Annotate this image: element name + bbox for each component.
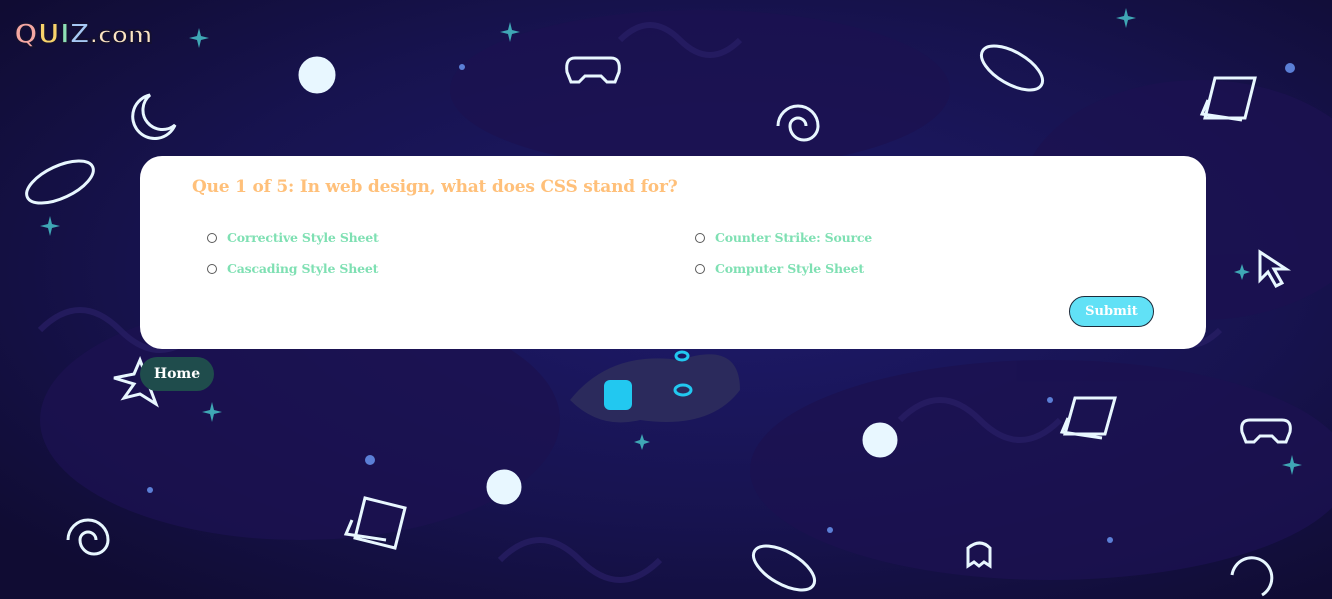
- logo-letter-i: I: [59, 17, 71, 50]
- answer-option-label: Computer Style Sheet: [715, 261, 864, 276]
- answer-option-cascading[interactable]: Cascading Style Sheet: [207, 261, 378, 276]
- logo-letter-u: U: [36, 17, 61, 50]
- answer-option-label: Counter Strike: Source: [715, 230, 873, 245]
- quiz-logo[interactable]: QUIZ.com: [13, 17, 154, 50]
- radio-button[interactable]: [207, 263, 217, 274]
- question-text: Que 1 of 5: In web design, what does CSS…: [192, 177, 678, 197]
- answer-option-computer[interactable]: Computer Style Sheet: [695, 261, 864, 276]
- radio-button[interactable]: [207, 232, 217, 243]
- logo-letter-q: Q: [13, 17, 39, 50]
- answer-option-label: Corrective Style Sheet: [227, 230, 379, 245]
- logo-letter-z: Z: [68, 17, 90, 50]
- logo-dotcom: .com: [88, 21, 153, 49]
- submit-button[interactable]: Submit: [1069, 296, 1154, 327]
- home-button[interactable]: Home: [140, 357, 214, 391]
- answer-option-label: Cascading Style Sheet: [227, 261, 379, 276]
- answer-option-corrective[interactable]: Corrective Style Sheet: [207, 230, 379, 245]
- quiz-card: Que 1 of 5: In web design, what does CSS…: [140, 156, 1206, 349]
- radio-button[interactable]: [695, 263, 705, 274]
- radio-button[interactable]: [695, 232, 705, 243]
- answer-option-counter-strike[interactable]: Counter Strike: Source: [695, 230, 872, 245]
